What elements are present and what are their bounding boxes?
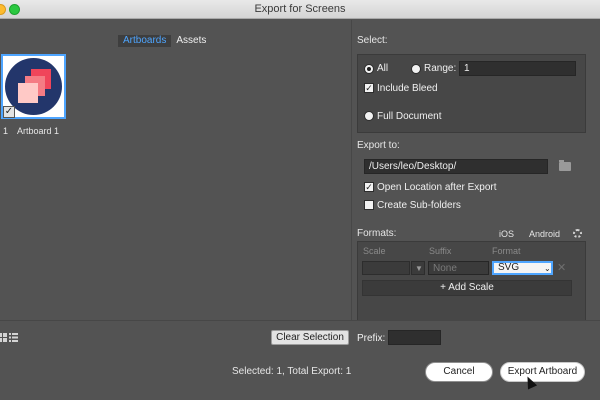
window-title: Export for Screens	[254, 3, 346, 15]
format-select-value: SVG	[498, 262, 520, 273]
chevron-down-icon: ⌄	[544, 264, 551, 273]
cancel-button[interactable]: Cancel	[425, 362, 493, 382]
create-subfolders-checkbox[interactable]	[364, 200, 374, 210]
radio-range[interactable]	[411, 64, 421, 74]
scale-dropdown-button[interactable]: ▼	[411, 261, 425, 275]
create-subfolders-label: Create Sub-folders	[377, 200, 461, 211]
title-bar: Export for Screens	[0, 0, 600, 19]
android-tab[interactable]: Android	[529, 229, 560, 239]
include-bleed-checkbox[interactable]: ✓	[364, 83, 374, 93]
radio-all[interactable]	[364, 64, 374, 74]
open-location-label: Open Location after Export	[377, 182, 497, 193]
artboard-number: 1	[3, 126, 9, 136]
suffix-column-header: Suffix	[429, 246, 452, 256]
folder-icon[interactable]	[559, 160, 571, 171]
tab-assets[interactable]: Assets	[171, 35, 211, 47]
prefix-input[interactable]	[388, 330, 441, 345]
open-location-checkbox[interactable]: ✓	[364, 182, 374, 192]
export-artboard-button[interactable]: Export Artboard	[500, 362, 585, 382]
export-path-input[interactable]	[364, 159, 548, 174]
radio-range-label: Range:	[424, 63, 457, 74]
suffix-input[interactable]	[428, 261, 489, 275]
include-bleed-label: Include Bleed	[377, 83, 438, 94]
window-minimize-button[interactable]	[0, 4, 6, 15]
radio-full-document[interactable]	[364, 111, 374, 121]
tab-artboards[interactable]: Artboards	[118, 35, 172, 47]
scale-select[interactable]	[362, 261, 410, 275]
art-square-light	[18, 83, 38, 103]
scale-column-header: Scale	[363, 246, 386, 256]
list-view-icon[interactable]	[9, 333, 18, 342]
gear-icon[interactable]	[573, 229, 582, 238]
clear-selection-button[interactable]: Clear Selection	[271, 330, 349, 345]
range-input[interactable]	[459, 61, 576, 76]
artboard-name: Artboard 1	[17, 126, 60, 136]
add-scale-button[interactable]: + Add Scale	[362, 280, 572, 296]
pane-divider	[351, 20, 352, 320]
export-to-label: Export to:	[357, 140, 400, 151]
bottom-divider	[0, 320, 600, 321]
grid-view-icon[interactable]	[0, 333, 7, 342]
prefix-label: Prefix:	[357, 333, 386, 344]
window-zoom-button[interactable]	[9, 4, 20, 15]
view-tabs: Artboards Assets	[118, 35, 211, 47]
full-document-label: Full Document	[377, 111, 442, 122]
chevron-down-icon: ▼	[415, 264, 423, 273]
artboard-checkbox[interactable]: ✓	[3, 106, 15, 118]
select-label: Select:	[357, 35, 388, 46]
format-select[interactable]: SVG ⌄	[492, 261, 553, 275]
ios-tab[interactable]: iOS	[499, 229, 514, 239]
format-column-header: Format	[492, 246, 521, 256]
artboard-thumbnail[interactable]: ✓	[1, 54, 66, 119]
remove-row-icon[interactable]: ✕	[557, 261, 566, 274]
radio-all-label: All	[377, 63, 389, 74]
formats-label: Formats:	[357, 228, 397, 239]
export-status: Selected: 1, Total Export: 1	[232, 366, 352, 377]
